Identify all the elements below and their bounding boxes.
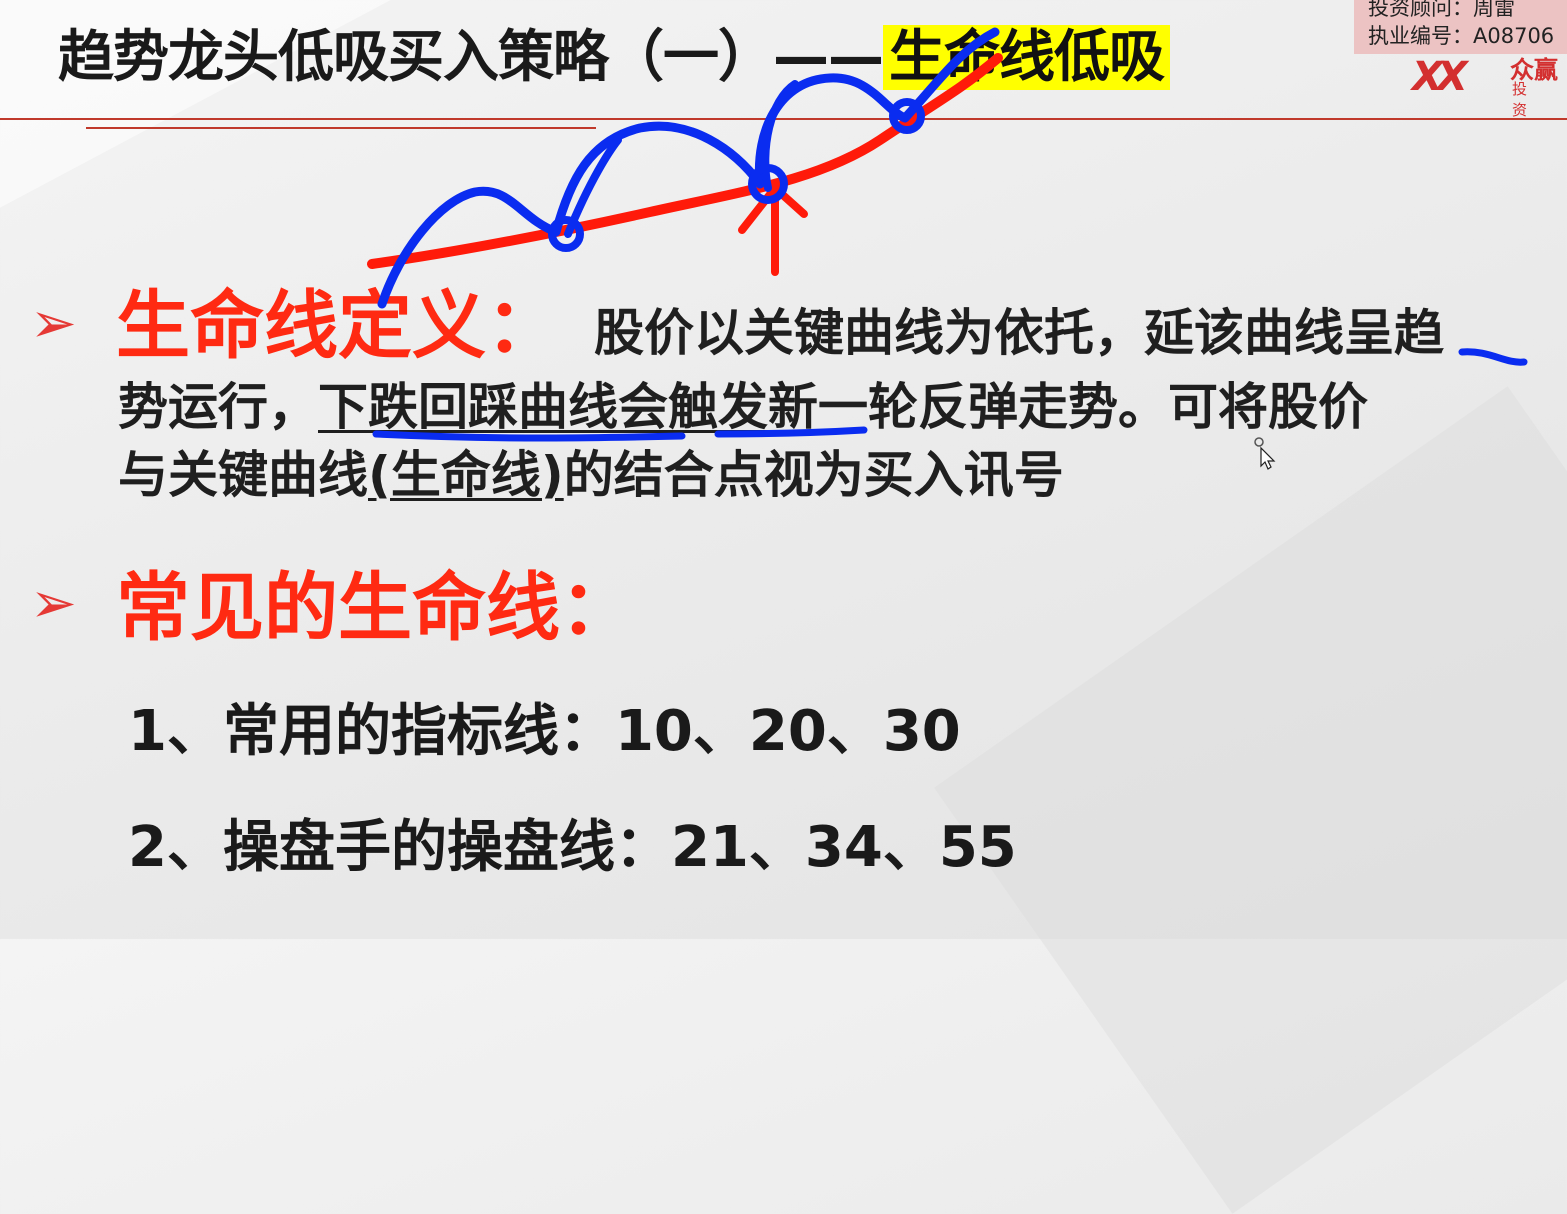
definition-line-2-start: 势运行， xyxy=(118,378,318,436)
list-item: 1、常用的指标线：10、20、30 xyxy=(128,699,961,764)
title-divider xyxy=(0,118,1567,120)
slide-title-main: 趋势龙头低吸买入策略（一）—— xyxy=(58,25,884,90)
bullet-arrow-icon: ➢ xyxy=(30,291,77,356)
touch-point-circle xyxy=(748,164,788,204)
slide-title: 趋势龙头低吸买入策略（一）—— 生命线低吸 xyxy=(58,22,1170,94)
company-logo: XX 众赢 投资 xyxy=(1412,50,1562,119)
definition-line-1: 股价以关键曲线为依托，延该曲线呈趋 xyxy=(594,304,1444,362)
slide-title-highlight: 生命线低吸 xyxy=(883,25,1170,90)
title-underline xyxy=(86,127,596,129)
background-shape xyxy=(934,386,1567,1214)
advisor-watermark: 投资顾问：周雷 执业编号：A08706 xyxy=(1354,0,1567,54)
definition-underlined-phrase: 下跌回踩曲线会触发 xyxy=(318,378,768,436)
touch-point-circle xyxy=(889,98,925,134)
definition-line-2-end: 新一轮反弹走势。可将股价 xyxy=(768,378,1368,436)
price-wave-retouch xyxy=(564,80,799,238)
definition-line-3: 与关键曲线(生命线)的结合点视为买入讯号 xyxy=(118,440,1064,510)
ink-underline xyxy=(1458,348,1528,366)
section-heading-definition: 生命线定义： xyxy=(116,283,560,369)
touch-point-circle xyxy=(548,216,584,252)
list-item: 2、操盘手的操盘线：21、34、55 xyxy=(128,815,1017,880)
definition-line-2: 势运行，下跌回踩曲线会触发新一轮反弹走势。可将股价 xyxy=(118,372,1368,442)
advisor-name: 投资顾问：周雷 xyxy=(1368,0,1515,20)
mouse-cursor-icon xyxy=(1254,437,1276,470)
definition-line-3-end: 的结合点视为买入讯号 xyxy=(563,446,1064,504)
buy-arrow xyxy=(738,184,808,276)
advisor-license: 执业编号：A08706 xyxy=(1368,24,1555,48)
logo-subtitle: 投资 xyxy=(1512,80,1542,119)
bullet-arrow-icon: ➢ xyxy=(30,571,77,636)
definition-line-3-start: 与关键曲线 xyxy=(118,446,368,504)
logo-icon: XX xyxy=(1412,54,1468,100)
lifeline-term: (生命线) xyxy=(368,446,564,504)
section-heading-common-lifelines: 常见的生命线： xyxy=(116,565,634,651)
